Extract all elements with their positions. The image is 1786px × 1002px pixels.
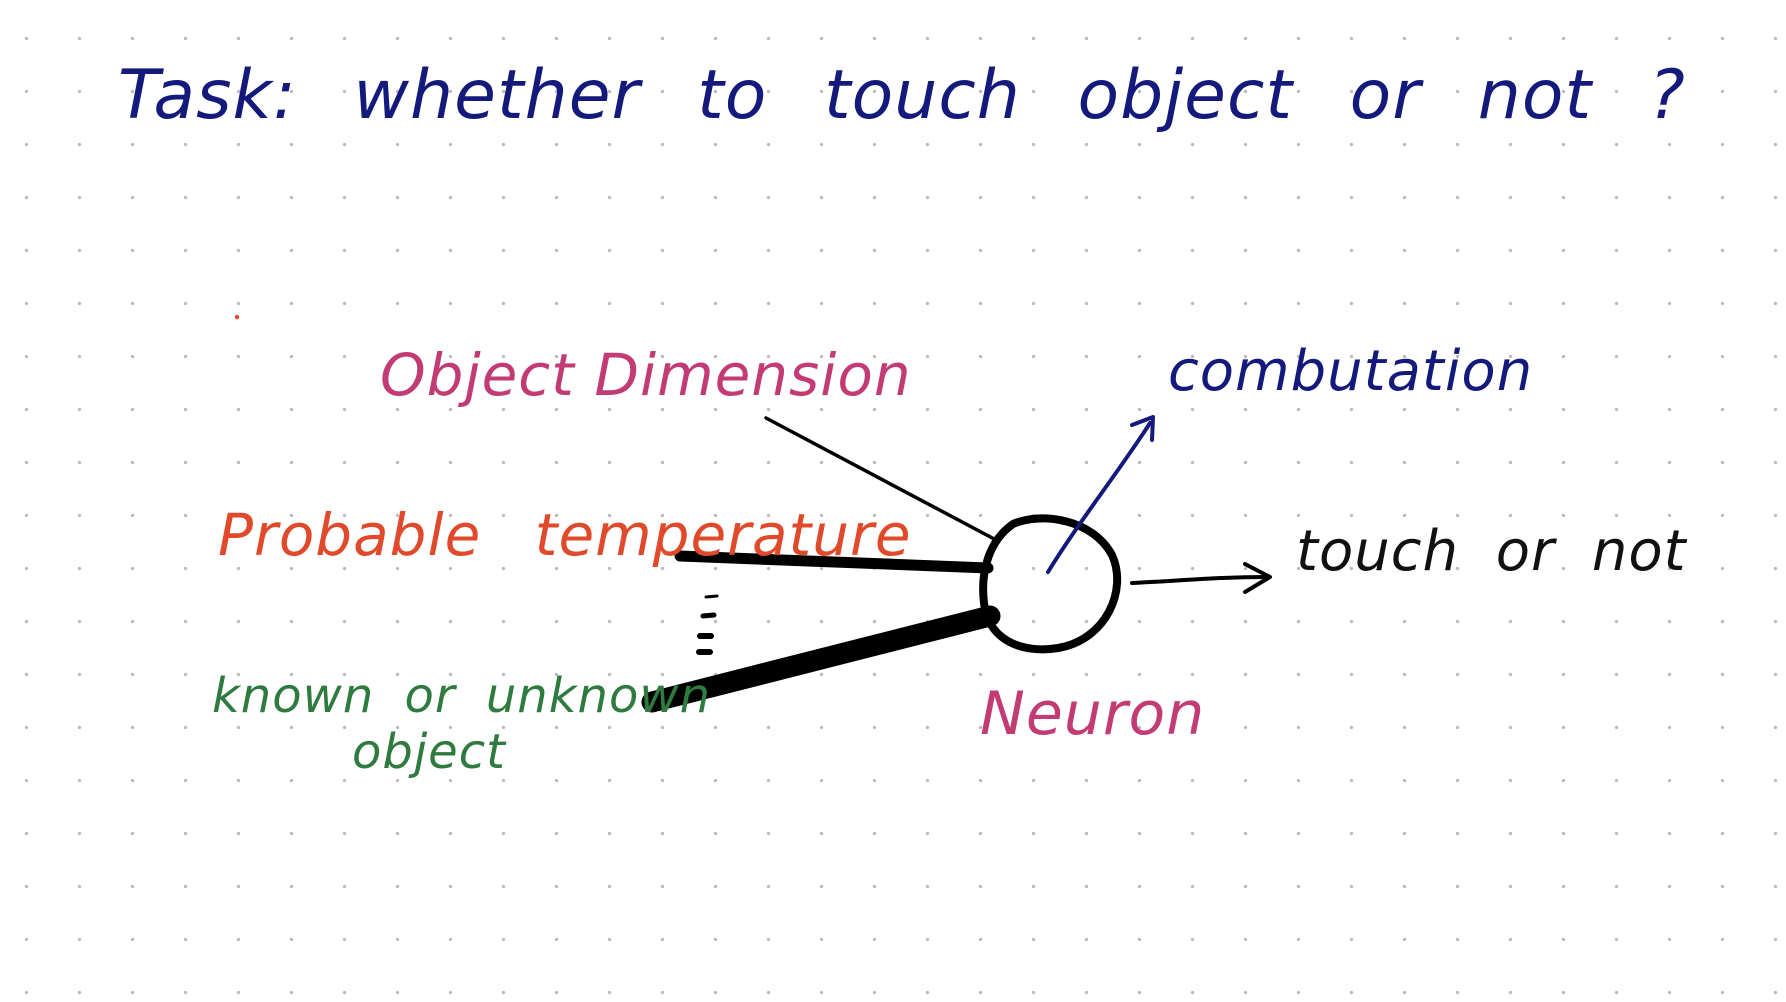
- computation-label: combutation: [1168, 339, 1534, 404]
- task-title: Task: whether to touch object or not ?: [118, 56, 1686, 135]
- input-label-probable-temperature: Probable temperature: [218, 501, 912, 569]
- neuron-node: [979, 514, 1122, 654]
- input-label-known-or-unknown-line2: object: [352, 724, 506, 780]
- stray-dot: [234, 314, 240, 320]
- computation-arrow: [1046, 421, 1152, 574]
- input-label-known-or-unknown: known or unknown: [212, 668, 711, 724]
- whiteboard-canvas: Task: whether to touch object or not ? O…: [0, 0, 1786, 1002]
- ellipsis-marks: [696, 594, 719, 655]
- output-arrow: [1130, 575, 1270, 585]
- input-label-object-dimension: Object Dimension: [380, 341, 912, 409]
- output-label: touch or not: [1296, 519, 1687, 584]
- neuron-label: Neuron: [980, 679, 1206, 749]
